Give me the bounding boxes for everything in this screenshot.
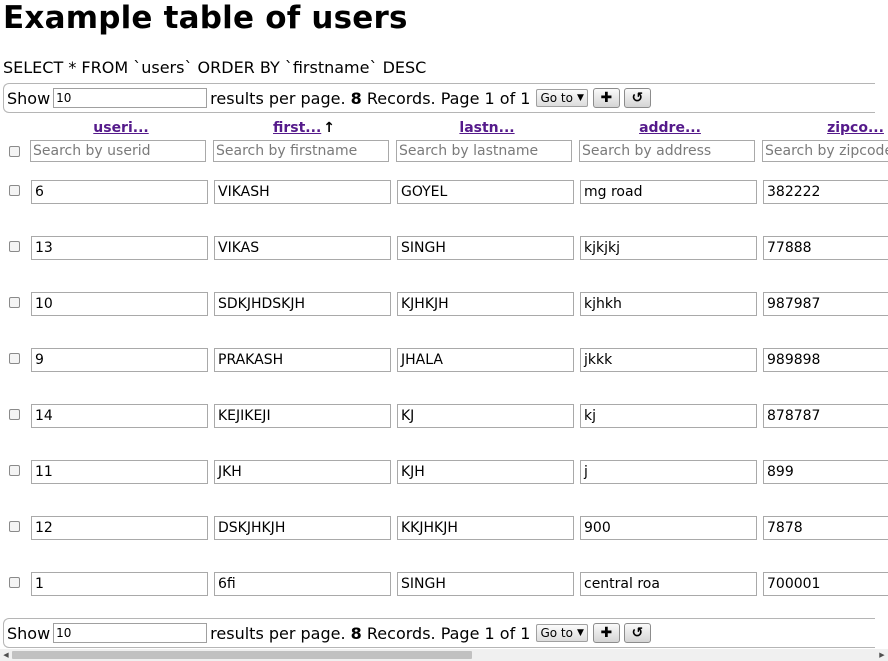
cell-userid[interactable]: 11 [31, 460, 208, 484]
column-header-lastname[interactable]: lastn... [397, 120, 577, 138]
cell-zipcode[interactable]: 7878 [763, 516, 888, 540]
cell-address[interactable]: jkkk [580, 348, 757, 372]
cell-lastname[interactable]: GOYEL [397, 180, 574, 204]
add-record-button[interactable]: ✚ [592, 88, 620, 108]
per-page-input[interactable] [53, 623, 208, 643]
cell-lastname[interactable]: SINGH [397, 236, 574, 260]
cell-firstname[interactable]: VIKASH [214, 180, 391, 204]
cell-firstname[interactable]: VIKAS [214, 236, 391, 260]
add-record-button[interactable]: ✚ [592, 623, 620, 643]
plus-icon: ✚ [600, 90, 613, 106]
cell-zipcode[interactable]: 987987 [763, 292, 888, 316]
cell-firstname[interactable]: KEJIKEJI [214, 404, 391, 428]
column-header-firstname[interactable]: first... ↑ [214, 120, 394, 138]
show-label: Show [7, 623, 51, 643]
column-header-zipcode[interactable]: zipco... [763, 120, 888, 138]
cell-zipcode[interactable]: 899 [763, 460, 888, 484]
show-label: Show [7, 88, 51, 108]
cell-lastname[interactable]: JHALA [397, 348, 574, 372]
cell-address[interactable]: central roa [580, 572, 757, 596]
cell-zipcode[interactable]: 700001 [763, 572, 888, 596]
cell-address[interactable]: kjhkh [580, 292, 757, 316]
per-page-input[interactable] [53, 88, 208, 108]
cell-firstname[interactable]: JKH [214, 460, 391, 484]
cell-userid[interactable]: 14 [31, 404, 208, 428]
cell-address[interactable]: mg road [580, 180, 757, 204]
cell-lastname[interactable]: KJH [397, 460, 574, 484]
search-firstname-input[interactable] [213, 140, 389, 162]
goto-page-select[interactable]: Go to ▼ [536, 624, 588, 642]
pager-toolbar-bottom: Show results per page. 8 Records. Page 1… [3, 618, 875, 648]
scrollbar-thumb[interactable] [12, 651, 472, 659]
cell-firstname[interactable]: PRAKASH [214, 348, 391, 372]
horizontal-scrollbar[interactable]: ◀ ▶ [0, 649, 888, 661]
row-checkbox[interactable] [9, 297, 20, 308]
record-count: 8 [350, 88, 362, 108]
row-checkbox[interactable] [9, 465, 20, 476]
cell-userid[interactable]: 10 [31, 292, 208, 316]
cell-userid[interactable]: 9 [31, 348, 208, 372]
refresh-button[interactable]: ↺ [623, 623, 651, 643]
row-checkbox[interactable] [9, 241, 20, 252]
row-checkbox[interactable] [9, 577, 20, 588]
refresh-icon: ↺ [631, 90, 644, 106]
per-page-suffix: results per page. [210, 88, 346, 108]
cell-firstname[interactable]: SDKJHDSKJH [214, 292, 391, 316]
records-page-text: Records. Page 1 of 1 [366, 623, 531, 643]
cell-lastname[interactable]: KJ [397, 404, 574, 428]
cell-lastname[interactable]: SINGH [397, 572, 574, 596]
scroll-left-arrow-icon[interactable]: ◀ [0, 649, 12, 661]
scroll-right-arrow-icon[interactable]: ▶ [876, 649, 888, 661]
cell-firstname[interactable]: 6fi [214, 572, 391, 596]
refresh-button[interactable]: ↺ [623, 88, 651, 108]
cell-address[interactable]: 900 [580, 516, 757, 540]
cell-userid[interactable]: 6 [31, 180, 208, 204]
cell-userid[interactable]: 1 [31, 572, 208, 596]
cell-zipcode[interactable]: 989898 [763, 348, 888, 372]
cell-userid[interactable]: 13 [31, 236, 208, 260]
record-count: 8 [350, 623, 362, 643]
cell-firstname[interactable]: DSKJHKJH [214, 516, 391, 540]
page-title: Example table of users [3, 0, 408, 36]
select-all-checkbox[interactable] [9, 146, 20, 157]
search-address-input[interactable] [579, 140, 755, 162]
cell-address[interactable]: kjkjkj [580, 236, 757, 260]
refresh-icon: ↺ [631, 625, 644, 641]
row-checkbox[interactable] [9, 409, 20, 420]
pager-toolbar-top: Show results per page. 8 Records. Page 1… [3, 83, 875, 113]
cell-zipcode[interactable]: 382222 [763, 180, 888, 204]
row-checkbox[interactable] [9, 353, 20, 364]
search-lastname-input[interactable] [396, 140, 572, 162]
sql-query-text: SELECT * FROM `users` ORDER BY `firstnam… [3, 58, 427, 77]
sort-arrow-up-icon: ↑ [323, 120, 335, 136]
dropdown-arrow-icon: ▼ [576, 628, 584, 638]
cell-userid[interactable]: 12 [31, 516, 208, 540]
cell-zipcode[interactable]: 77888 [763, 236, 888, 260]
plus-icon: ✚ [600, 625, 613, 641]
row-checkbox[interactable] [9, 185, 20, 196]
goto-page-select[interactable]: Go to ▼ [536, 89, 588, 107]
search-zipcode-input[interactable] [762, 140, 888, 162]
goto-label: Go to [540, 91, 573, 105]
dropdown-arrow-icon: ▼ [576, 93, 584, 103]
cell-lastname[interactable]: KKJHKJH [397, 516, 574, 540]
records-page-text: Records. Page 1 of 1 [366, 88, 531, 108]
cell-address[interactable]: j [580, 460, 757, 484]
cell-lastname[interactable]: KJHKJH [397, 292, 574, 316]
goto-label: Go to [540, 626, 573, 640]
column-header-userid[interactable]: useri... [31, 120, 211, 138]
cell-address[interactable]: kj [580, 404, 757, 428]
column-header-address[interactable]: addre... [580, 120, 760, 138]
cell-zipcode[interactable]: 878787 [763, 404, 888, 428]
row-checkbox[interactable] [9, 521, 20, 532]
search-userid-input[interactable] [30, 140, 206, 162]
per-page-suffix: results per page. [210, 623, 346, 643]
